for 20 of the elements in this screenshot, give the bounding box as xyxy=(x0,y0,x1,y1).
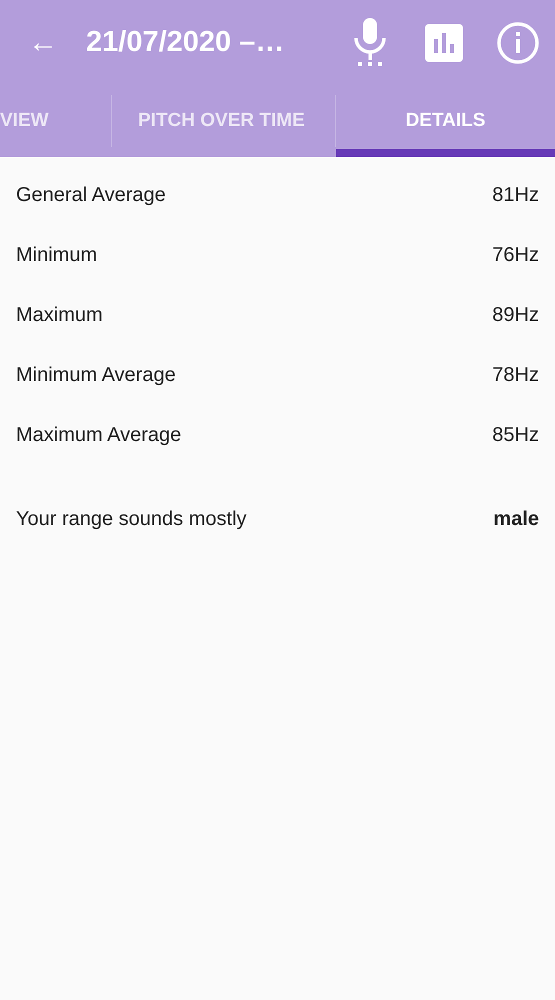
summary-value: male xyxy=(493,507,539,532)
stat-value: 76Hz xyxy=(492,243,539,268)
microphone-icon xyxy=(353,18,387,68)
tab[interactable]: VIEW xyxy=(0,85,111,157)
tab[interactable]: DETAILS xyxy=(336,85,555,157)
stat-label: Maximum xyxy=(16,303,103,328)
stat-value: 81Hz xyxy=(492,183,539,208)
stat-value: 85Hz xyxy=(492,423,539,448)
bar-chart-icon xyxy=(425,24,463,62)
summary-label: Your range sounds mostly xyxy=(16,507,247,532)
stat-value: 78Hz xyxy=(492,363,539,388)
toolbar-title: 21/07/2020 –… xyxy=(86,24,286,60)
stat-value: 89Hz xyxy=(492,303,539,328)
stat-label: Minimum Average xyxy=(16,363,176,388)
stat-label: Maximum Average xyxy=(16,423,182,448)
back-button[interactable]: ← xyxy=(0,12,86,72)
tab[interactable]: PITCH OVER TIME xyxy=(112,85,335,157)
info-icon xyxy=(497,22,539,64)
stat-label: Minimum xyxy=(16,243,98,268)
stat-label: General Average xyxy=(16,183,166,208)
